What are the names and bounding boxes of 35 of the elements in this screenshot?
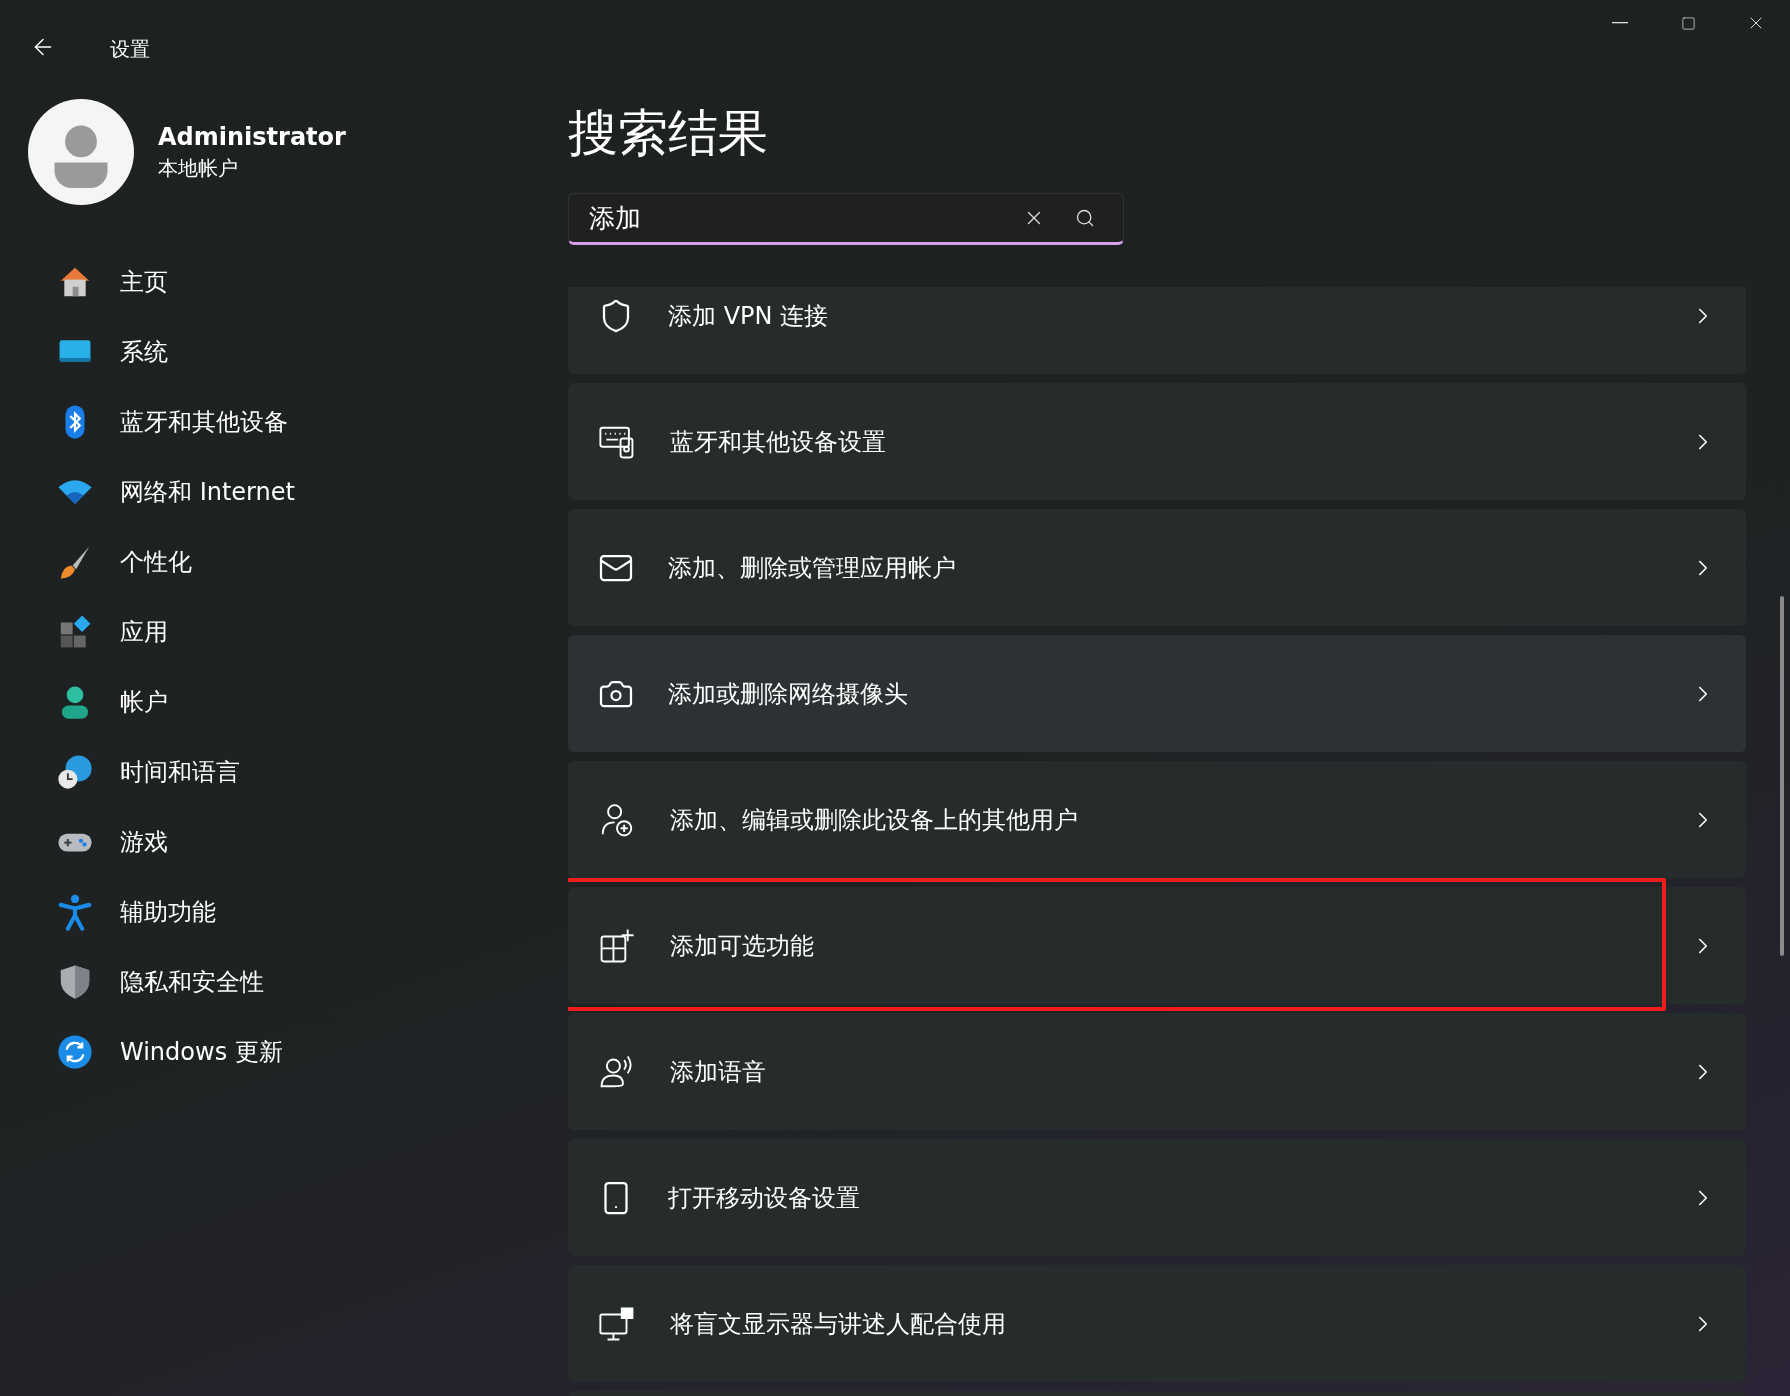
result-item[interactable]: 添加 VPN 连接 xyxy=(568,287,1746,374)
result-item[interactable]: 将盲文显示器与讲述人配合使用 xyxy=(568,1265,1746,1382)
sidebar-item[interactable]: 蓝牙和其他设备 xyxy=(12,390,556,454)
minimize-icon xyxy=(1612,22,1628,24)
result-item[interactable]: 添加、编辑或删除此设备上的其他用户 xyxy=(568,761,1746,878)
result-item[interactable]: 添加、删除或管理应用帐户 xyxy=(568,509,1746,626)
sidebar-item[interactable]: 帐户 xyxy=(12,670,556,734)
sidebar-item[interactable]: 网络和 Internet xyxy=(12,460,556,524)
accessibility-icon xyxy=(56,893,94,931)
window-title: 设置 xyxy=(110,36,150,63)
search-field[interactable]: 添加 xyxy=(568,193,1124,245)
sidebar-item[interactable]: Windows 更新 xyxy=(12,1020,556,1084)
page-title: 搜索结果 xyxy=(568,103,769,164)
sidebar-item[interactable]: 时间和语言 xyxy=(12,740,556,804)
sync-icon xyxy=(56,1033,94,1071)
result-item[interactable]: 添加语音 xyxy=(568,1013,1746,1130)
sidebar-item[interactable]: 辅助功能 xyxy=(12,880,556,944)
grid-plus-icon xyxy=(598,926,636,965)
search-input[interactable]: 添加 xyxy=(587,202,1003,234)
sidebar-item[interactable]: 游戏 xyxy=(12,810,556,874)
sidebar-item[interactable]: 主页 xyxy=(12,250,556,314)
sidebar-item[interactable]: 隐私和安全性 xyxy=(12,950,556,1014)
sidebar-item[interactable]: 个性化 xyxy=(12,530,556,594)
result-item[interactable]: 蓝牙和其他设备设置 xyxy=(568,383,1746,500)
result-item[interactable]: 打开移动设备设置 xyxy=(568,1139,1746,1256)
scrollbar[interactable] xyxy=(1780,596,1784,956)
search-icon xyxy=(1075,208,1095,228)
sidebar-item[interactable]: 应用 xyxy=(12,600,556,664)
account-name: Administrator xyxy=(158,122,346,151)
result-item[interactable]: 添加或删除网络摄像头 xyxy=(568,635,1746,752)
account-type: 本地帐户 xyxy=(158,154,239,182)
sidebar-item[interactable]: 系统 xyxy=(12,320,556,384)
result-item[interactable]: 添加可选功能 xyxy=(568,887,1746,1004)
maximize-icon xyxy=(1680,15,1696,31)
globe-clock-icon xyxy=(56,753,94,791)
